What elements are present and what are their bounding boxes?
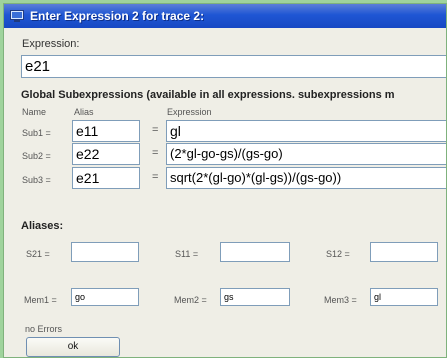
sub2-equals: =: [152, 147, 159, 159]
sub2-label: Sub2 =: [22, 151, 51, 161]
mem3-input[interactable]: gl: [370, 288, 438, 306]
ok-button[interactable]: ok: [26, 337, 120, 357]
title-bar: Enter Expression 2 for trace 2:: [4, 4, 446, 28]
expression-label: Expression:: [22, 38, 80, 50]
sub2-expression-input[interactable]: (2*gl-go-gs)/(gs-go): [166, 143, 446, 165]
aliases-heading: Aliases:: [21, 220, 64, 232]
sub3-expression-input[interactable]: sqrt(2*(gl-go)*(gl-gs))/(gs-go)): [166, 167, 446, 189]
global-subexpressions-heading: Global Subexpressions (available in all …: [21, 89, 395, 101]
expression-input[interactable]: e21: [21, 55, 446, 78]
s11-input[interactable]: [220, 242, 290, 262]
s12-input[interactable]: [370, 242, 438, 262]
window-icon: [10, 10, 24, 22]
expression-column-header: Expression: [167, 107, 212, 117]
mem1-input[interactable]: go: [71, 288, 139, 306]
mem1-label: Mem1 =: [24, 295, 57, 305]
name-column-header: Name: [22, 107, 47, 117]
mem2-label: Mem2 =: [174, 295, 207, 305]
sub3-alias-input[interactable]: e21: [72, 167, 140, 189]
sub2-alias-input[interactable]: e22: [72, 143, 140, 165]
sub3-label: Sub3 =: [22, 175, 51, 185]
sub1-equals: =: [152, 124, 159, 136]
alias-column-header: Alias: [74, 107, 94, 117]
sub3-equals: =: [152, 171, 159, 183]
expression-dialog: Enter Expression 2 for trace 2: Expressi…: [3, 3, 447, 358]
window-title: Enter Expression 2 for trace 2:: [30, 9, 205, 23]
sub1-expression-input[interactable]: gl: [166, 120, 446, 142]
s21-input[interactable]: [71, 242, 139, 262]
sub1-alias-input[interactable]: e11: [72, 120, 140, 142]
s12-label: S12 =: [326, 249, 350, 259]
s21-label: S21 =: [26, 249, 50, 259]
status-text: no Errors: [25, 324, 63, 334]
sub1-label: Sub1 =: [22, 128, 51, 138]
s11-label: S11 =: [175, 249, 199, 259]
mem2-input[interactable]: gs: [220, 288, 290, 306]
mem3-label: Mem3 =: [324, 295, 357, 305]
